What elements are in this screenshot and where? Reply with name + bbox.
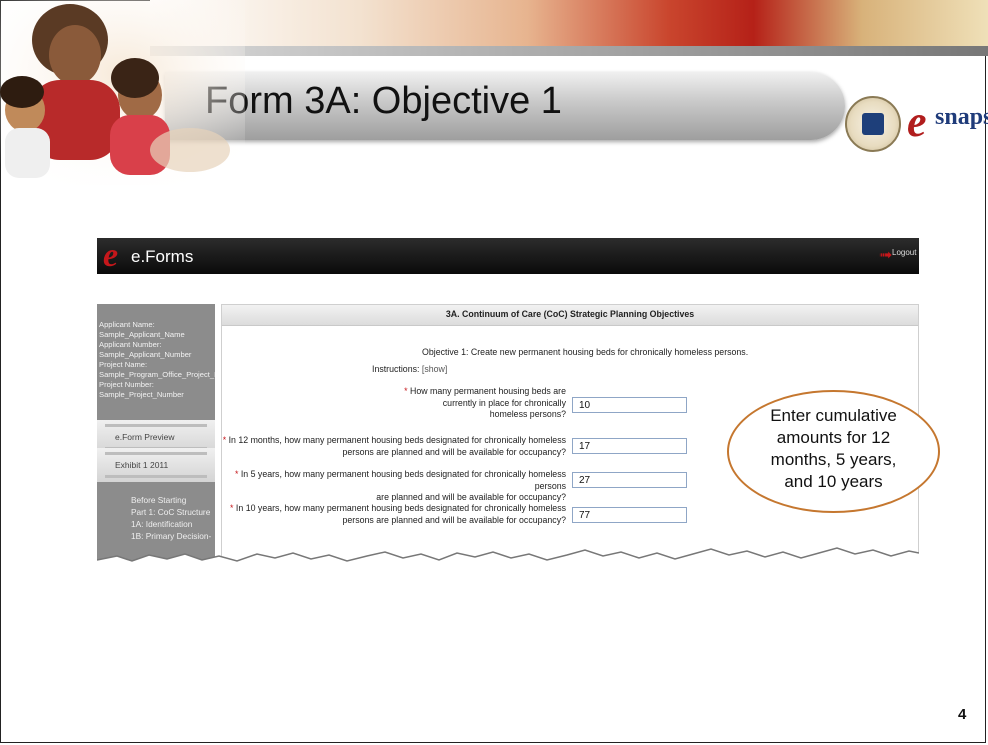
callout-bubble: Enter cumulative amounts for 12 months, … (727, 390, 940, 513)
applicant-number-label: Applicant Number: (99, 340, 162, 349)
instructions-show-link[interactable]: [show] (422, 364, 447, 374)
page-number: 4 (958, 706, 967, 723)
applicant-info: Applicant Name: Sample_Applicant_Name Ap… (99, 320, 215, 400)
header-gradient (150, 0, 988, 46)
applicant-number-value: Sample_Applicant_Number (99, 350, 192, 359)
beds-12-months-input[interactable]: 17 (572, 438, 687, 454)
torn-edge (97, 547, 919, 568)
esnaps-logo-word: snaps (935, 104, 988, 130)
eforms-sidebar: Applicant Name: Sample_Applicant_Name Ap… (97, 304, 215, 568)
project-name-label: Project Name: (99, 360, 148, 369)
logout-icon[interactable]: ➟ (879, 245, 892, 265)
eforms-app-title: e.Forms (131, 247, 194, 266)
beds-5-years-input[interactable]: 27 (572, 472, 687, 488)
hud-building-icon (862, 113, 884, 135)
sidebar-tab-exhibit[interactable]: Exhibit 1 2011 (97, 448, 215, 482)
project-number-value: Sample_Project_Number (99, 390, 184, 399)
family-photo (0, 0, 245, 185)
esnaps-logo-e: e (907, 97, 927, 146)
instructions: Instructions: [show] (372, 364, 447, 374)
project-name-value: Sample_Program_Office_Project_Name (99, 370, 215, 379)
sidebar-tab-label: e.Form Preview (115, 432, 175, 442)
slide-header: Form 3A: Objective 1 e snaps (0, 0, 988, 200)
logos: e snaps (845, 96, 988, 154)
project-number-label: Project Number: (99, 380, 154, 389)
instructions-label: Instructions: (372, 364, 420, 374)
section-header: 3A. Continuum of Care (CoC) Strategic Pl… (222, 305, 918, 326)
sidebar-tab-label: Exhibit 1 2011 (115, 460, 169, 470)
header-band (150, 46, 988, 56)
current-beds-input[interactable]: 10 (572, 397, 687, 413)
eforms-logo-e: e (103, 238, 119, 274)
question-10-years: * In 10 years, how many permanent housin… (230, 503, 566, 525)
beds-10-years-input[interactable]: 77 (572, 507, 687, 523)
applicant-name-value: Sample_Applicant_Name (99, 330, 185, 339)
question-12-months: * In 12 months, how many permanent housi… (222, 435, 566, 457)
esnaps-tagline (935, 134, 988, 144)
callout-text: Enter cumulative amounts for 12 months, … (770, 406, 897, 491)
sidebar-item-part1[interactable]: Part 1: CoC Structure (131, 506, 215, 518)
sidebar-item-before-starting[interactable]: Before Starting (131, 494, 215, 506)
sidebar-item-1a[interactable]: 1A: Identification (131, 518, 215, 530)
logout-link[interactable]: Logout (892, 248, 916, 257)
question-current-beds: * How many permanent housing beds are cu… (404, 386, 566, 419)
slide-title: Form 3A: Objective 1 (205, 80, 562, 122)
question-5-years: * In 5 years, how many permanent housing… (234, 469, 566, 502)
hud-seal-logo (845, 96, 901, 152)
section-title: 3A. Continuum of Care (CoC) Strategic Pl… (445, 309, 695, 319)
eforms-toolbar-strip (97, 274, 919, 304)
eforms-header: e e.Forms ➟ Logout (97, 238, 919, 274)
applicant-name-label: Applicant Name: (99, 320, 155, 329)
